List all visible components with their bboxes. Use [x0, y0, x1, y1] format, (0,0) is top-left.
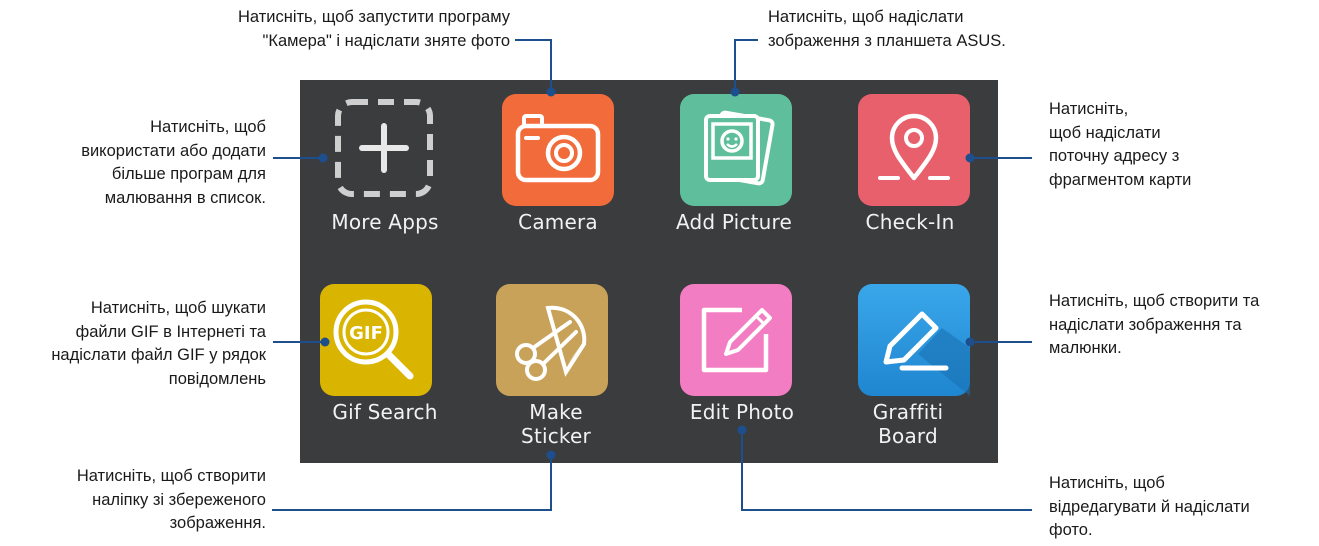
- callout-graffiti: Натисніть, щоб створити та надіслати зоб…: [1049, 290, 1259, 361]
- camera-icon[interactable]: [502, 94, 614, 206]
- callout-line: зображення.: [169, 514, 266, 532]
- app-label-line: More Apps: [331, 210, 439, 234]
- callout-check-in: Натисніть, щоб надіслати поточну адресу …: [1049, 98, 1191, 192]
- callout-add-picture: Натисніть, щоб надіслати зображення з пл…: [768, 6, 1006, 53]
- callout-line: відредагувати й надіслати: [1049, 497, 1250, 516]
- app-label-line: Check-In: [865, 210, 955, 234]
- callout-line: Натисніть, щоб створити та: [1049, 292, 1260, 310]
- callout-gif-search: Натисніть, щоб шукати файли GIF в Інтерн…: [51, 297, 266, 391]
- app-label-line: Camera: [518, 210, 598, 234]
- app-label-line: Add Picture: [675, 210, 793, 234]
- app-label: Check-In: [830, 210, 990, 234]
- callout-line: зображення з планшета ASUS.: [768, 31, 1006, 50]
- leader-line-make-sticker: [272, 455, 552, 511]
- callout-line: Натисніть,: [1049, 100, 1129, 118]
- scissors-icon[interactable]: [496, 284, 608, 396]
- callout-line: Натисніть, щоб: [1049, 474, 1165, 492]
- app-label-line: Edit Photo: [689, 400, 795, 424]
- callout-line: фото.: [1049, 521, 1093, 539]
- app-label: More Apps: [305, 210, 465, 234]
- callout-line: малювання в список.: [104, 188, 266, 207]
- app-label: Graffiti Board: [828, 400, 988, 448]
- callout-line: Натисніть, щоб створити: [76, 467, 266, 485]
- callout-line: малюнки.: [1049, 339, 1122, 357]
- callout-line: Натисніть, щоб надіслати: [768, 8, 964, 26]
- app-label-line: Make: [529, 400, 583, 424]
- callout-line: поточну адресу з: [1049, 147, 1180, 165]
- app-label: Make Sticker: [476, 400, 636, 448]
- app-label: Gif Search: [305, 400, 465, 424]
- callout-line: фрагментом карти: [1049, 170, 1192, 189]
- callout-edit-photo: Натисніть, щоб відредагувати й надіслати…: [1049, 472, 1250, 543]
- svg-text:GIF: GIF: [349, 323, 383, 344]
- callout-line: Натисніть, щоб: [150, 118, 266, 136]
- app-label-line: Graffiti: [872, 400, 944, 424]
- add-apps-icon[interactable]: [328, 92, 440, 204]
- callout-line: наліпку зі збереженого: [92, 490, 266, 509]
- app-label-line: Board: [878, 424, 938, 448]
- diagram: More Apps Camera Add Picture Check-In GI…: [0, 0, 1319, 546]
- callout-line: надіслати зображення та: [1049, 315, 1242, 334]
- callout-camera: Натисніть, щоб запустити програму "Камер…: [238, 6, 510, 53]
- callout-line: повідомлень: [168, 369, 266, 388]
- callout-line: Натисніть, щоб запустити програму: [237, 8, 510, 26]
- callout-line: щоб надіслати: [1049, 123, 1161, 142]
- app-label: Camera: [478, 210, 638, 234]
- callout-make-sticker: Натисніть, щоб створити наліпку зі збере…: [77, 465, 266, 536]
- app-label: Edit Photo: [662, 400, 822, 424]
- app-label: Add Picture: [654, 210, 814, 234]
- callout-line: використати або додати: [81, 141, 266, 160]
- callout-line: більше програм для: [111, 165, 266, 183]
- callout-line: Натисніть, щоб шукати: [90, 299, 266, 317]
- app-drawer-panel: More Apps Camera Add Picture Check-In GI…: [300, 80, 998, 463]
- callout-line: надіслати файл GIF у рядок: [51, 346, 266, 364]
- callout-more-apps: Натисніть, щоб використати або додати бі…: [81, 116, 266, 210]
- app-label-line: Gif Search: [332, 400, 438, 424]
- pen-icon[interactable]: [858, 284, 970, 396]
- gif-search-icon[interactable]: GIF: [320, 284, 432, 396]
- app-label-line: Sticker: [521, 424, 591, 448]
- pencil-frame-icon[interactable]: [680, 284, 792, 396]
- callout-line: файли GIF в Інтернеті та: [75, 322, 266, 341]
- map-pin-icon[interactable]: [858, 94, 970, 206]
- callout-line: "Камера" і надіслати зняте фото: [262, 31, 510, 50]
- photo-stack-icon[interactable]: [680, 94, 792, 206]
